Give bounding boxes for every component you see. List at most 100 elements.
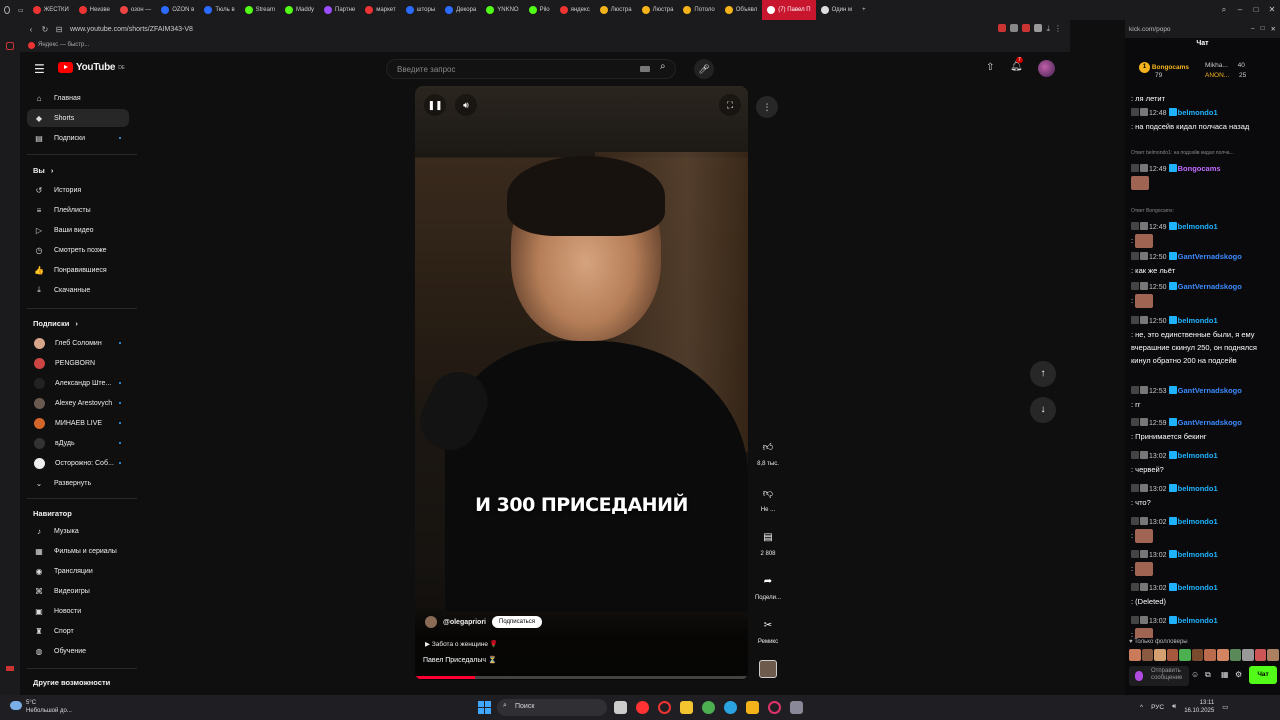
file-explorer-icon[interactable] — [680, 701, 693, 714]
next-short-button[interactable]: ↓ — [1030, 397, 1056, 423]
emote-icon[interactable] — [1179, 649, 1191, 661]
previous-short-button[interactable]: ↑ — [1030, 361, 1056, 387]
sticky-notes-icon[interactable] — [746, 701, 759, 714]
chat-message[interactable]: 13:02 belmondo1: — [1131, 515, 1271, 544]
browser-tab[interactable]: Тюль в — [199, 0, 239, 20]
sidebar-item[interactable]: МИНАЕВ LIVE — [27, 414, 129, 432]
browser-tab[interactable]: Maddy — [280, 0, 319, 20]
sidebar-item[interactable]: ≡ Плейлисты — [27, 201, 129, 219]
emote-icon[interactable] — [1204, 649, 1217, 661]
chat-message[interactable]: 12:50 GantVernadskogo: — [1131, 280, 1271, 309]
volume-icon[interactable]: 🔊︎ — [455, 94, 477, 116]
kick-url[interactable]: kick.com/popo — [1129, 26, 1171, 33]
message-author[interactable]: belmondo1 — [1178, 517, 1218, 526]
menu-icon[interactable]: ☰ — [34, 62, 45, 76]
music-link[interactable]: ▶ Забота о женщине 🌹 — [425, 640, 498, 648]
sidebar-item[interactable]: Александр Ште... — [27, 374, 129, 392]
sidebar-item[interactable]: ▤ Подписки — [27, 129, 129, 147]
slash-commands-icon[interactable]: ⧉ — [1205, 670, 1211, 680]
extension-icon[interactable] — [1022, 24, 1031, 32]
emote-icon[interactable] — [1267, 649, 1279, 661]
sidebar-item[interactable]: ↺ История — [27, 181, 129, 199]
message-author[interactable]: belmondo1 — [1178, 222, 1218, 231]
browser-tab[interactable]: Один м — [816, 0, 858, 20]
close-window-button[interactable]: ✕ — [1264, 0, 1280, 20]
opera-gx-icon[interactable] — [768, 701, 781, 714]
message-author[interactable]: GantVernadskogo — [1178, 252, 1242, 261]
sidebar-item[interactable]: ▦ Фильмы и сериалы — [27, 542, 129, 560]
browser-tab[interactable]: Объявл — [720, 0, 762, 20]
chat-message[interactable]: 12:49 belmondo1: — [1131, 220, 1271, 249]
sidebar-item[interactable]: ⌄ Развернуть — [27, 474, 129, 492]
browser-tab[interactable]: ЖЕСТКИ — [28, 0, 74, 20]
emote-icon[interactable] — [1129, 649, 1141, 661]
chat-message[interactable]: 13:02 belmondo1: — [1131, 548, 1271, 577]
subscribe-button[interactable]: Подписаться — [492, 616, 542, 628]
chat-message[interactable]: 13:02 belmondo1: (Deleted) — [1131, 581, 1271, 608]
search-tabs-button[interactable]: ⌕ — [1216, 0, 1232, 20]
message-author[interactable]: belmondo1 — [1178, 484, 1218, 493]
browser-tab[interactable]: Stream — [240, 0, 280, 20]
chat-message[interactable]: 13:02 belmondo1: — [1131, 614, 1271, 638]
sidebar-item[interactable]: ▣ Новости — [27, 602, 129, 620]
browser-tab[interactable]: YNKNO — [481, 0, 523, 20]
message-author[interactable]: belmondo1 — [1178, 583, 1218, 592]
emote-icon[interactable] — [1166, 649, 1179, 661]
message-author[interactable]: GantVernadskogo — [1178, 282, 1242, 291]
maximize-icon[interactable]: □ — [1261, 25, 1265, 33]
chrome-icon[interactable] — [702, 701, 715, 714]
voice-search-icon[interactable]: 🎤︎ — [694, 59, 714, 79]
emote-icon[interactable] — [1217, 649, 1229, 661]
back-button[interactable]: ‹ — [24, 25, 38, 34]
message-author[interactable]: belmondo1 — [1178, 550, 1218, 559]
sound-source-button[interactable] — [750, 660, 786, 678]
taskbar-search[interactable]: ⌕ Поиск — [497, 699, 607, 716]
keyboard-icon[interactable] — [640, 66, 650, 72]
supporter-2-name[interactable]: Mikha... — [1205, 62, 1228, 69]
chat-message[interactable]: 13:02 belmondo1: червей? — [1131, 449, 1271, 476]
chat-message[interactable]: 12:48 belmondo1: на подсейв кидал полчас… — [1131, 106, 1271, 133]
browser-tab[interactable]: Люстра — [637, 0, 679, 20]
volume-tray-icon[interactable]: 🔊︎ — [1172, 703, 1176, 711]
message-author[interactable]: Bongocams — [1178, 164, 1221, 173]
chat-message[interactable]: 12:53 GantVernadskogo: гг — [1131, 384, 1271, 411]
download-icon[interactable]: ⤓ — [1046, 24, 1050, 34]
chat-message[interactable]: 12:50 belmondo1: не, это единственные бы… — [1131, 314, 1271, 367]
browser-tab[interactable]: Pilo — [524, 0, 555, 20]
message-author[interactable]: belmondo1 — [1178, 316, 1218, 325]
emote-icon[interactable] — [1191, 649, 1204, 661]
browser-tab[interactable]: (7) Павел П — [762, 0, 816, 20]
emote-icon[interactable] — [1254, 649, 1267, 661]
youtube-logo[interactable]: YouTube DE — [58, 62, 125, 73]
maximize-button[interactable]: □ — [1248, 0, 1264, 20]
emote-icon[interactable] — [1154, 649, 1166, 661]
minimize-icon[interactable]: – — [1251, 25, 1255, 33]
fullscreen-icon[interactable]: ⛶ — [719, 94, 741, 116]
search-input[interactable]: Введите запрос — [386, 59, 676, 79]
sidebar-item[interactable]: ♜ Спорт — [27, 622, 129, 640]
chat-message[interactable]: : ля летит — [1131, 92, 1271, 105]
message-author[interactable]: belmondo1 — [1178, 108, 1218, 117]
notifications-tray-icon[interactable]: ▭ — [1222, 703, 1228, 711]
sidebar-item[interactable]: ◍ Обучение — [27, 642, 129, 660]
sidebar-item[interactable]: ⤓ Скачанные — [27, 281, 129, 299]
sidebar-item[interactable]: PENGBORN — [27, 354, 129, 372]
browser-tab[interactable]: маркет — [360, 0, 400, 20]
close-icon[interactable]: ✕ — [1271, 25, 1276, 33]
side-panel-icon[interactable] — [6, 42, 14, 50]
language-indicator[interactable]: РУС — [1151, 704, 1164, 711]
message-author[interactable]: GantVernadskogo — [1178, 418, 1242, 427]
sidebar-item[interactable]: ♪ Музыка — [27, 522, 129, 540]
chat-message[interactable]: 12:50 GantVernadskogo: как же льёт — [1131, 250, 1271, 277]
chat-send-button[interactable]: Чат — [1249, 666, 1277, 684]
supporter-3-name[interactable]: ANON... — [1205, 72, 1229, 79]
chat-settings-icon[interactable]: ⚙ — [1235, 670, 1242, 679]
chat-message[interactable]: 13:02 belmondo1: что? — [1131, 482, 1271, 509]
browser-tab[interactable]: Потоло — [678, 0, 719, 20]
extension-icon[interactable] — [1034, 24, 1043, 32]
sidebar-item[interactable]: 👍 Понравившиеся — [27, 261, 129, 279]
browser-tab[interactable]: яндекс — [555, 0, 595, 20]
notifications-icon[interactable]: 🔔︎ 7 — [1010, 57, 1023, 72]
message-author[interactable]: GantVernadskogo — [1178, 386, 1242, 395]
upload-icon[interactable]: ⇧ — [986, 62, 994, 73]
